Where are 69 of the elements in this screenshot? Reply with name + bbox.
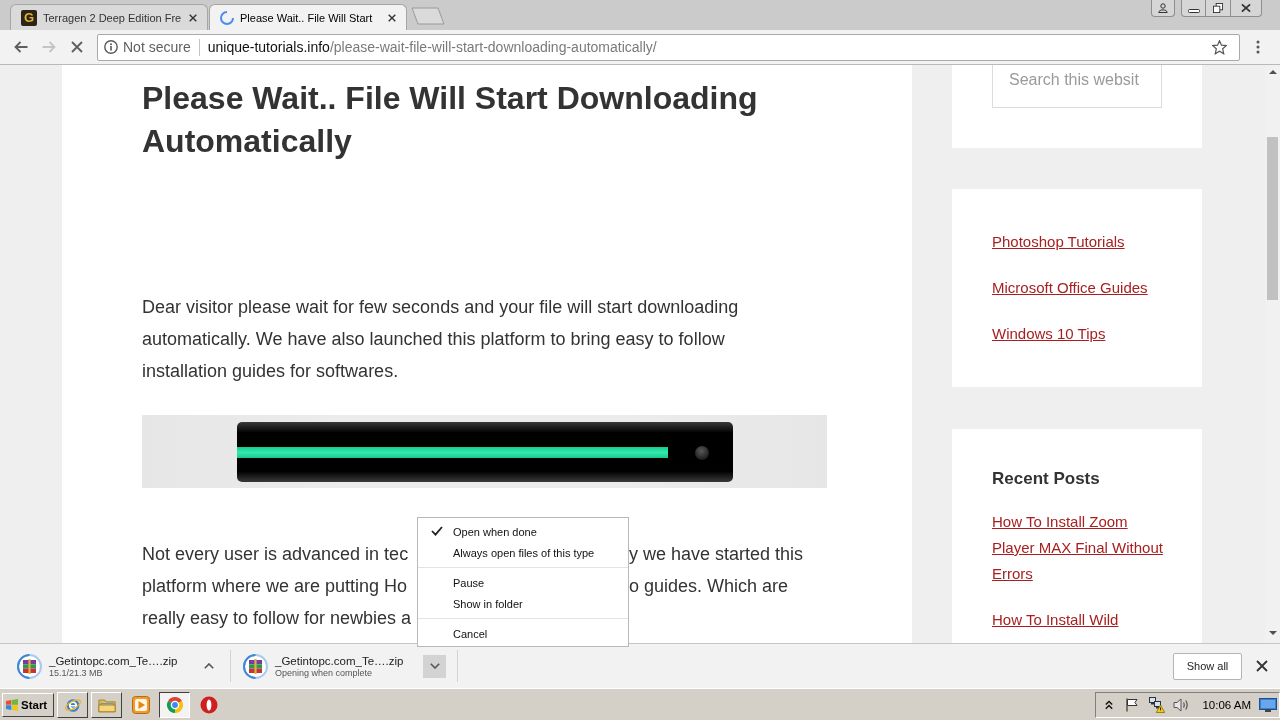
page-title: Please Wait.. File Will Start Downloading Automatically xyxy=(142,79,759,161)
taskbar-button[interactable] xyxy=(159,691,190,718)
close-icon[interactable] xyxy=(1256,660,1268,672)
network-warning-icon[interactable] xyxy=(1149,696,1166,713)
paragraph-text: really easy to follow for newbies a xyxy=(142,607,413,630)
download-menu-button[interactable] xyxy=(423,654,446,678)
menu-item[interactable]: Pause xyxy=(418,572,628,593)
bookmark-star-icon[interactable] xyxy=(1212,39,1227,55)
scroll-down-icon[interactable] xyxy=(1268,631,1277,635)
address-bar[interactable]: Not secure unique-tutorials.info/please-wait-file-will-start-downloading-automatically/ xyxy=(97,33,1240,61)
tab[interactable]: G Terragen 2 Deep Edition Fre xyxy=(10,4,208,30)
person-icon xyxy=(1158,3,1168,13)
restore-button[interactable] xyxy=(1206,0,1231,17)
category-link[interactable]: Windows 10 Tips xyxy=(992,321,1172,347)
category-link[interactable]: Photoshop Tutorials xyxy=(992,229,1172,255)
paragraph-text: o guides. Which are xyxy=(629,575,790,598)
file-name[interactable]: _Getintopc.com_Te….zip xyxy=(275,654,415,668)
start-logo-icon xyxy=(5,698,19,711)
loading-spinner-icon xyxy=(220,10,234,25)
speaker-icon[interactable] xyxy=(1173,697,1190,712)
paragraph-text: y we have started this xyxy=(629,543,805,566)
circle-slot-icon xyxy=(199,695,218,714)
chevron-down-icon xyxy=(429,663,440,669)
tab[interactable]: Please Wait.. File Will Start xyxy=(209,4,407,30)
close-icon[interactable] xyxy=(189,13,197,22)
start-button[interactable]: Start xyxy=(2,692,54,717)
paragraph-text: platform where we are putting Ho xyxy=(142,575,409,598)
menu-item[interactable]: Cancel xyxy=(418,623,628,644)
url-text: unique-tutorials.info/please-wait-file-will-start-downloading-automatically/ xyxy=(207,39,657,55)
stop-cross-icon[interactable] xyxy=(71,41,83,53)
menu-item[interactable]: Always open files of this type xyxy=(418,542,628,563)
post-link[interactable]: How To Install Zoom Player MAX Final Without Errors xyxy=(992,509,1172,587)
download-status: Opening when complete xyxy=(275,667,374,678)
category-link[interactable]: Microsoft Office Guides xyxy=(992,275,1172,301)
info-icon[interactable] xyxy=(104,40,118,54)
menu-item[interactable]: Open when done xyxy=(418,521,628,542)
close-icon xyxy=(1241,3,1251,13)
chevron-up-icon xyxy=(203,663,214,669)
file-name[interactable]: _Getintopc.com_Te….zip xyxy=(49,654,189,668)
clock-text[interactable]: 10:06 AM xyxy=(1202,698,1251,711)
monitor-icon[interactable] xyxy=(1259,697,1277,712)
archive-file-icon[interactable] xyxy=(17,653,42,679)
search-field[interactable]: Search this websit xyxy=(992,65,1162,108)
section-heading: Recent Posts xyxy=(992,469,1101,489)
profile-button[interactable] xyxy=(1151,0,1175,17)
menu-icon[interactable] xyxy=(1256,40,1260,54)
minimize-icon xyxy=(1187,8,1200,13)
archive-file-icon[interactable] xyxy=(243,653,268,679)
show-all-button[interactable]: Show all xyxy=(1173,652,1242,680)
back-arrow-icon[interactable] xyxy=(14,41,28,53)
paragraph-text: Not every user is advanced in tec xyxy=(142,543,410,566)
scroll-up-icon[interactable] xyxy=(1268,70,1277,74)
menu-item[interactable]: Show in folder xyxy=(418,593,628,614)
double-chevron-icon[interactable] xyxy=(1105,699,1114,710)
post-link[interactable]: How To Install Wild xyxy=(992,607,1172,633)
flag-icon[interactable] xyxy=(1125,697,1140,712)
play-icon xyxy=(131,695,150,714)
intro-paragraph: Dear visitor please wait for few seconds and your file will start downloading automatically. We have also launched this platform to bring easy to follow installation guides for softwares. xyxy=(142,296,740,383)
minimize-button[interactable] xyxy=(1181,0,1206,17)
download-status: 15.1/21.3 MB xyxy=(49,667,104,678)
scrollbar-thumb[interactable] xyxy=(1267,137,1278,300)
pinwheel-circle-icon xyxy=(165,695,184,714)
favicon: G xyxy=(21,9,37,26)
close-icon[interactable] xyxy=(388,13,396,22)
security-label: Not secure xyxy=(123,39,191,55)
restore-icon xyxy=(1213,3,1223,13)
close-button[interactable] xyxy=(1231,0,1262,17)
dot-icon xyxy=(694,445,709,460)
check-icon xyxy=(431,526,443,536)
